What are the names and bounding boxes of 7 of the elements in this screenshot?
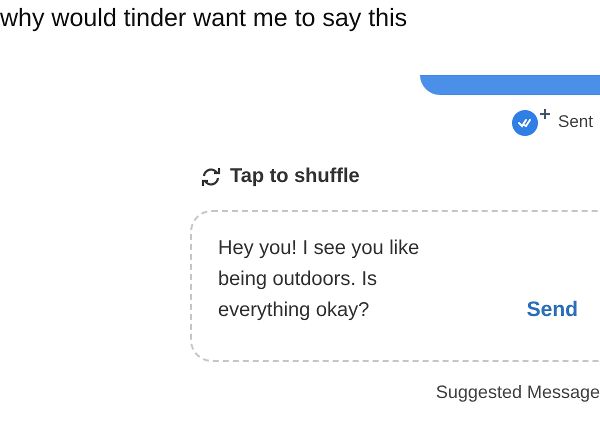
suggested-message-label: Suggested Message <box>436 382 600 403</box>
caption: why would tinder want me to say this <box>0 3 408 34</box>
shuffle-button[interactable]: Tap to shuffle <box>200 165 360 188</box>
suggested-message: Hey you! I see you like being outdoors. Is everything okay? <box>218 236 420 323</box>
send-button[interactable]: Send <box>526 298 578 326</box>
sent-status: Sent <box>558 112 594 132</box>
refresh-icon <box>200 166 222 186</box>
